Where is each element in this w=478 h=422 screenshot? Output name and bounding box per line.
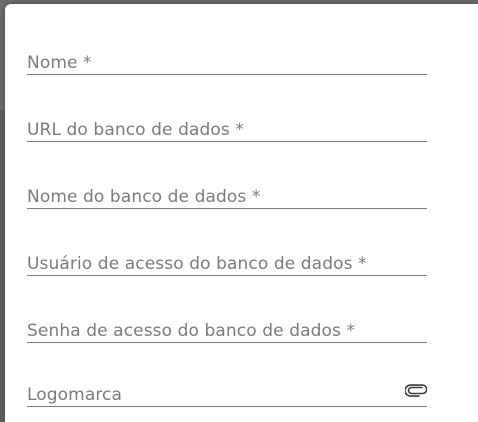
name-field[interactable]: Nome *: [27, 44, 427, 75]
database-password-field[interactable]: Senha de acesso do banco de dados *: [27, 312, 427, 343]
paperclip-icon[interactable]: [404, 382, 428, 397]
database-password-field-label: Senha de acesso do banco de dados *: [27, 321, 356, 341]
database-url-field[interactable]: URL do banco de dados *: [27, 111, 427, 142]
logo-upload-field[interactable]: Logomarca: [27, 376, 428, 407]
logo-upload-field-label: Logomarca: [27, 385, 123, 405]
name-field-label: Nome *: [27, 53, 92, 73]
database-url-field-label: URL do banco de dados *: [27, 120, 244, 140]
database-user-field[interactable]: Usuário de acesso do banco de dados *: [27, 245, 427, 276]
database-name-field[interactable]: Nome do banco de dados *: [27, 178, 427, 209]
database-name-field-label: Nome do banco de dados *: [27, 187, 261, 207]
database-user-field-label: Usuário de acesso do banco de dados *: [27, 254, 367, 274]
database-form-dialog: Nome * URL do banco de dados * Nome do b…: [5, 4, 478, 422]
